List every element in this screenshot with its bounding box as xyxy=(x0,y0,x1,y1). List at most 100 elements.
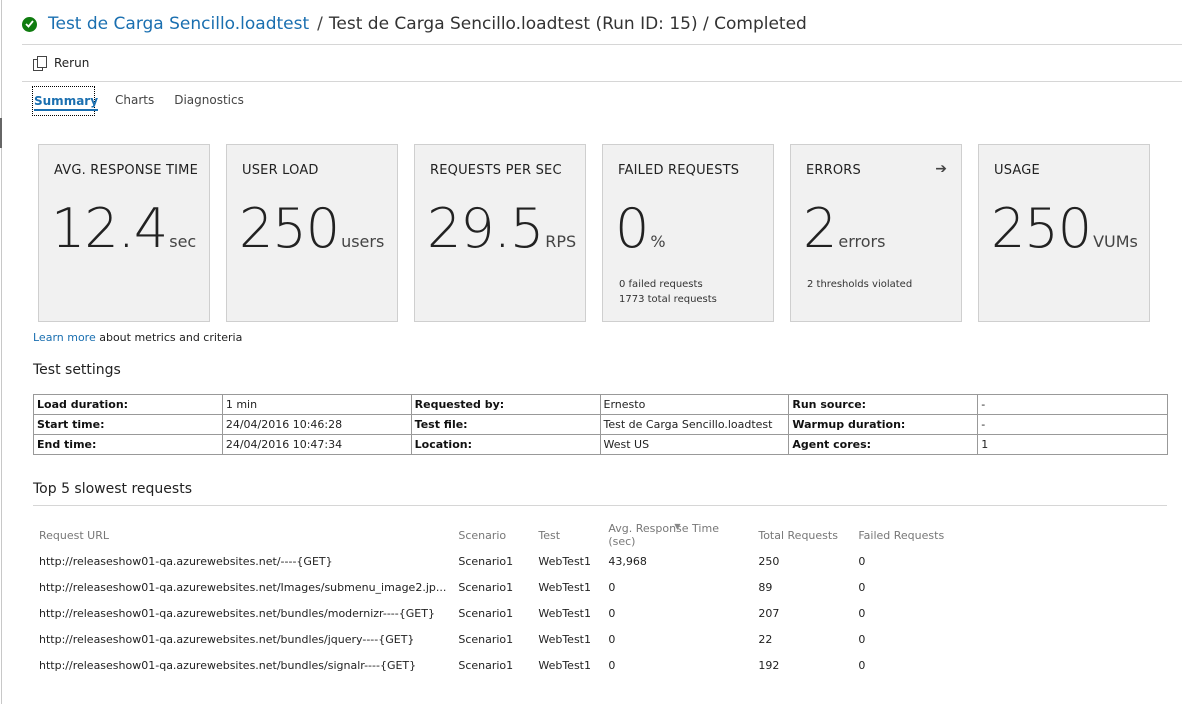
table-row: Load duration: 1 min Requested by: Ernes… xyxy=(33,394,1168,415)
card-title: USER LOAD xyxy=(242,163,319,178)
request-test: WebTest1 xyxy=(538,658,591,672)
request-total: 89 xyxy=(758,580,773,594)
settings-value: - xyxy=(977,414,1168,435)
table-row[interactable]: http://releaseshow01-qa.azurewebsites.ne… xyxy=(33,574,962,600)
slowest-requests-table: Request URL Scenario Test ▼ Avg. Response… xyxy=(33,522,962,678)
card-title: USAGE xyxy=(994,163,1040,178)
tab-summary[interactable]: Summary xyxy=(32,86,99,116)
request-avg-time: 0 xyxy=(608,658,616,672)
settings-value: Test de Carga Sencillo.loadtest xyxy=(599,414,790,435)
request-scenario: Scenario1 xyxy=(458,658,514,672)
sort-down-icon: ▼ xyxy=(674,522,681,531)
request-total: 192 xyxy=(758,658,780,672)
slowest-divider xyxy=(33,505,1167,506)
request-avg-time: 0 xyxy=(608,606,616,620)
card-errors[interactable]: ERRORS ➔ 2 errors 2 thresholds violated xyxy=(790,144,962,322)
table-row[interactable]: http://releaseshow01-qa.azurewebsites.ne… xyxy=(33,600,962,626)
card-value: 2 xyxy=(803,197,837,260)
tab-charts[interactable]: Charts xyxy=(115,86,154,114)
settings-key: Run source: xyxy=(788,394,979,415)
card-unit: sec xyxy=(169,232,197,251)
arrow-right-icon[interactable]: ➔ xyxy=(935,161,947,177)
table-row[interactable]: http://releaseshow01-qa.azurewebsites.ne… xyxy=(33,548,962,574)
request-url: http://releaseshow01-qa.azurewebsites.ne… xyxy=(39,658,417,672)
settings-key: Start time: xyxy=(33,414,223,435)
request-failed: 0 xyxy=(858,632,866,646)
settings-value: - xyxy=(977,394,1168,415)
request-failed: 0 xyxy=(858,658,866,672)
request-total: 22 xyxy=(758,632,773,646)
request-scenario: Scenario1 xyxy=(458,606,514,620)
left-scroll-marker xyxy=(0,118,2,148)
column-header-url[interactable]: Request URL xyxy=(33,522,452,548)
card-title: REQUESTS PER SEC xyxy=(430,163,562,178)
column-header-scenario[interactable]: Scenario xyxy=(452,522,532,548)
column-header-total[interactable]: Total Requests xyxy=(752,522,852,548)
column-header-avg-response[interactable]: ▼ Avg. Response Time (sec) xyxy=(602,522,752,548)
card-value: 250 xyxy=(991,197,1092,260)
toolbar-divider xyxy=(22,81,1182,82)
request-scenario: Scenario1 xyxy=(458,554,514,568)
tab-diagnostics[interactable]: Diagnostics xyxy=(174,86,244,114)
request-failed: 0 xyxy=(858,554,866,568)
card-title: AVG. RESPONSE TIME xyxy=(54,163,198,178)
table-row[interactable]: http://releaseshow01-qa.azurewebsites.ne… xyxy=(33,652,962,678)
request-test: WebTest1 xyxy=(538,632,591,646)
request-scenario: Scenario1 xyxy=(458,580,514,594)
learn-more-text: Learn more about metrics and criteria xyxy=(33,331,242,344)
left-border xyxy=(1,0,2,704)
table-row: End time: 24/04/2016 10:47:34 Location: … xyxy=(33,434,1168,455)
settings-key: Requested by: xyxy=(410,394,601,415)
card-value: 12.4 xyxy=(51,197,168,260)
breadcrumb-separator: / xyxy=(317,14,323,34)
card-note: 2 thresholds violated xyxy=(807,279,913,290)
settings-value: West US xyxy=(599,434,790,455)
table-header-row: Request URL Scenario Test ▼ Avg. Response… xyxy=(33,522,962,548)
settings-value: 24/04/2016 10:46:28 xyxy=(221,414,412,435)
card-user-load: USER LOAD 250 users xyxy=(226,144,398,322)
card-unit: errors xyxy=(838,232,886,251)
request-total: 250 xyxy=(758,554,780,568)
table-row: Start time: 24/04/2016 10:46:28 Test fil… xyxy=(33,414,1168,435)
request-failed: 0 xyxy=(858,580,866,594)
table-row[interactable]: http://releaseshow01-qa.azurewebsites.ne… xyxy=(33,626,962,652)
card-unit: VUMs xyxy=(1093,232,1138,251)
settings-key: End time: xyxy=(33,434,223,455)
card-requests-per-sec: REQUESTS PER SEC 29.5 RPS xyxy=(414,144,586,322)
settings-key: Warmup duration: xyxy=(788,414,979,435)
request-url: http://releaseshow01-qa.azurewebsites.ne… xyxy=(39,580,447,594)
copy-icon xyxy=(33,56,47,71)
settings-key: Location: xyxy=(410,434,601,455)
settings-key: Test file: xyxy=(410,414,601,435)
test-settings-title: Test settings xyxy=(33,362,121,378)
header-divider xyxy=(22,44,1182,45)
request-failed: 0 xyxy=(858,606,866,620)
page-header: Test de Carga Sencillo.loadtest / Test d… xyxy=(22,12,807,36)
settings-value: 1 xyxy=(977,434,1168,455)
request-avg-time: 43,968 xyxy=(608,554,647,568)
metric-cards: AVG. RESPONSE TIME 12.4 sec USER LOAD 250… xyxy=(38,144,1150,322)
card-usage: USAGE 250 VUMs xyxy=(978,144,1150,322)
learn-more-link[interactable]: Learn more xyxy=(33,331,96,344)
slowest-requests-title: Top 5 slowest requests xyxy=(33,481,192,497)
card-value: 29.5 xyxy=(427,197,544,260)
check-circle-icon xyxy=(22,16,37,32)
card-value: 0 xyxy=(615,197,649,260)
learn-more-suffix: about metrics and criteria xyxy=(95,331,243,344)
card-failed-requests: FAILED REQUESTS 0% 0 failed requests 177… xyxy=(602,144,774,322)
settings-value: 24/04/2016 10:47:34 xyxy=(221,434,412,455)
request-url: http://releaseshow01-qa.azurewebsites.ne… xyxy=(39,554,333,568)
column-header-failed[interactable]: Failed Requests xyxy=(852,522,962,548)
rerun-button[interactable]: Rerun xyxy=(33,56,89,71)
loadtest-link[interactable]: Test de Carga Sencillo.loadtest xyxy=(48,14,309,34)
request-test: WebTest1 xyxy=(538,554,591,568)
tab-bar: Summary Charts Diagnostics xyxy=(32,86,264,116)
card-unit: % xyxy=(650,232,666,251)
column-header-test[interactable]: Test xyxy=(532,522,602,548)
settings-value: Ernesto xyxy=(599,394,790,415)
card-note: 0 failed requests xyxy=(619,279,703,290)
request-test: WebTest1 xyxy=(538,606,591,620)
card-title: ERRORS xyxy=(806,163,861,178)
card-note: 1773 total requests xyxy=(619,294,717,305)
request-avg-time: 0 xyxy=(608,632,616,646)
